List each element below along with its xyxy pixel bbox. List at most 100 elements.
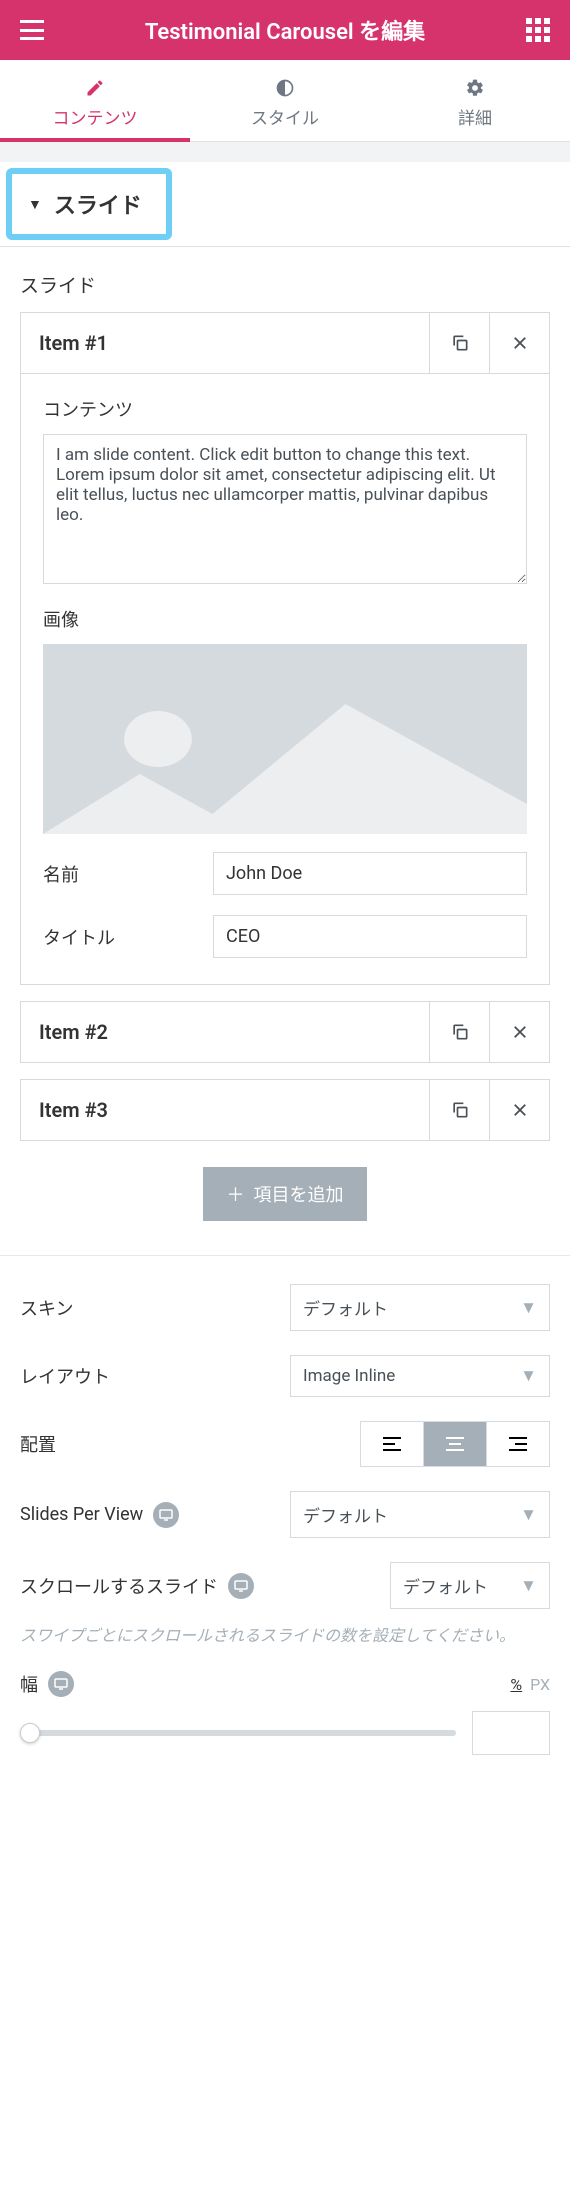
repeater-header: Item #1 <box>21 313 549 374</box>
skin-row: スキン デフォルト ▼ <box>20 1284 550 1331</box>
slides-to-scroll-select[interactable]: デフォルト ▼ <box>390 1562 550 1609</box>
menu-icon[interactable] <box>20 20 44 40</box>
remove-button[interactable] <box>489 1002 549 1062</box>
image-picker[interactable] <box>43 644 527 834</box>
image-label: 画像 <box>43 606 527 632</box>
desktop-icon <box>234 1580 248 1592</box>
caret-down-icon: ▼ <box>520 1505 537 1525</box>
layout-label: レイアウト <box>20 1363 290 1389</box>
name-row: 名前 <box>43 852 527 895</box>
desktop-icon <box>54 1678 68 1690</box>
close-icon <box>511 1101 529 1119</box>
section-title: スライド <box>54 188 142 220</box>
align-center-button[interactable] <box>423 1422 486 1466</box>
duplicate-button[interactable] <box>429 1080 489 1140</box>
select-value: デフォルト <box>403 1573 488 1598</box>
duplicate-button[interactable] <box>429 1002 489 1062</box>
align-left-icon <box>383 1437 401 1451</box>
align-left-button[interactable] <box>361 1422 423 1466</box>
copy-icon <box>450 1100 470 1120</box>
content-textarea[interactable] <box>43 434 527 584</box>
responsive-icon[interactable] <box>153 1502 179 1528</box>
layout-select[interactable]: Image Inline ▼ <box>290 1355 550 1397</box>
remove-button[interactable] <box>489 313 549 373</box>
width-input[interactable] <box>472 1711 550 1755</box>
pencil-icon <box>85 78 105 98</box>
title-input[interactable] <box>213 915 527 958</box>
select-value: デフォルト <box>303 1502 388 1527</box>
close-icon <box>511 1023 529 1041</box>
responsive-icon[interactable] <box>48 1671 74 1697</box>
section-header: ▼ スライド <box>0 162 570 247</box>
title-label: タイトル <box>43 924 213 950</box>
label-text: Slides Per View <box>20 1504 143 1525</box>
align-center-icon <box>446 1437 464 1451</box>
select-value: デフォルト <box>303 1295 388 1320</box>
gear-icon <box>465 78 485 98</box>
slides-per-view-label: Slides Per View <box>20 1502 290 1528</box>
tab-label: コンテンツ <box>0 104 190 129</box>
copy-icon <box>450 1022 470 1042</box>
select-value: Image Inline <box>303 1366 395 1386</box>
image-placeholder-icon <box>43 644 527 834</box>
close-icon <box>511 334 529 352</box>
contrast-icon <box>275 78 295 98</box>
alignment-row: 配置 <box>20 1421 550 1467</box>
skin-label: スキン <box>20 1295 290 1321</box>
plus-icon: ＋ <box>227 1185 245 1206</box>
tab-style[interactable]: スタイル <box>190 60 380 141</box>
slides-to-scroll-row: スクロールするスライド デフォルト ▼ <box>20 1562 550 1609</box>
align-right-button[interactable] <box>486 1422 549 1466</box>
width-row: 幅 % PX <box>20 1671 550 1697</box>
apps-icon[interactable] <box>526 18 550 42</box>
caret-down-icon: ▼ <box>520 1576 537 1596</box>
width-label: 幅 <box>20 1671 506 1697</box>
tab-advanced[interactable]: 詳細 <box>380 60 570 141</box>
unit-switcher: % PX <box>506 1675 550 1694</box>
unit-px[interactable]: PX <box>530 1675 550 1694</box>
repeater-title[interactable]: Item #3 <box>21 1080 429 1140</box>
tab-content[interactable]: コンテンツ <box>0 60 190 141</box>
caret-down-icon: ▼ <box>520 1366 537 1386</box>
alignment-group <box>360 1421 550 1467</box>
skin-select[interactable]: デフォルト ▼ <box>290 1284 550 1331</box>
spacer <box>0 142 570 162</box>
repeater-item: Item #2 <box>20 1001 550 1063</box>
content-label: コンテンツ <box>43 396 527 422</box>
add-item-button[interactable]: ＋ 項目を追加 <box>203 1167 368 1221</box>
name-input[interactable] <box>213 852 527 895</box>
layout-row: レイアウト Image Inline ▼ <box>20 1355 550 1397</box>
divider <box>0 1255 570 1256</box>
align-right-icon <box>509 1437 527 1451</box>
tab-label: スタイル <box>190 104 380 129</box>
remove-button[interactable] <box>489 1080 549 1140</box>
repeater-item: Item #3 <box>20 1079 550 1141</box>
unit-percent[interactable]: % <box>510 1675 522 1694</box>
responsive-icon[interactable] <box>228 1573 254 1599</box>
repeater-item: Item #1 コンテンツ 画像 名前 タイトル <box>20 312 550 985</box>
slides-per-view-select[interactable]: デフォルト ▼ <box>290 1491 550 1538</box>
repeater-title[interactable]: Item #1 <box>21 313 429 373</box>
width-slider-row <box>20 1711 550 1755</box>
tab-label: 詳細 <box>380 104 570 129</box>
panel-body: スライド Item #1 コンテンツ 画像 名前 タイトル <box>0 247 570 1779</box>
slides-per-view-row: Slides Per View デフォルト ▼ <box>20 1491 550 1538</box>
width-slider[interactable] <box>20 1730 456 1736</box>
repeater-title[interactable]: Item #2 <box>21 1002 429 1062</box>
panel-tabs: コンテンツ スタイル 詳細 <box>0 60 570 142</box>
slides-label: スライド <box>20 271 550 298</box>
slides-to-scroll-label: スクロールするスライド <box>20 1573 390 1599</box>
help-text: スワイプごとにスクロールされるスライドの数を設定してください。 <box>20 1625 550 1647</box>
slider-thumb[interactable] <box>20 1723 40 1743</box>
title-row: タイトル <box>43 915 527 958</box>
section-toggle-slides[interactable]: ▼ スライド <box>6 168 172 240</box>
name-label: 名前 <box>43 861 213 887</box>
repeater-content: コンテンツ 画像 名前 タイトル <box>21 374 549 984</box>
desktop-icon <box>159 1509 173 1521</box>
duplicate-button[interactable] <box>429 313 489 373</box>
editor-header: Testimonial Carousel を編集 <box>0 0 570 60</box>
label-text: 幅 <box>20 1671 38 1697</box>
header-title: Testimonial Carousel を編集 <box>44 14 526 46</box>
alignment-label: 配置 <box>20 1431 360 1457</box>
label-text: スクロールするスライド <box>20 1573 218 1599</box>
